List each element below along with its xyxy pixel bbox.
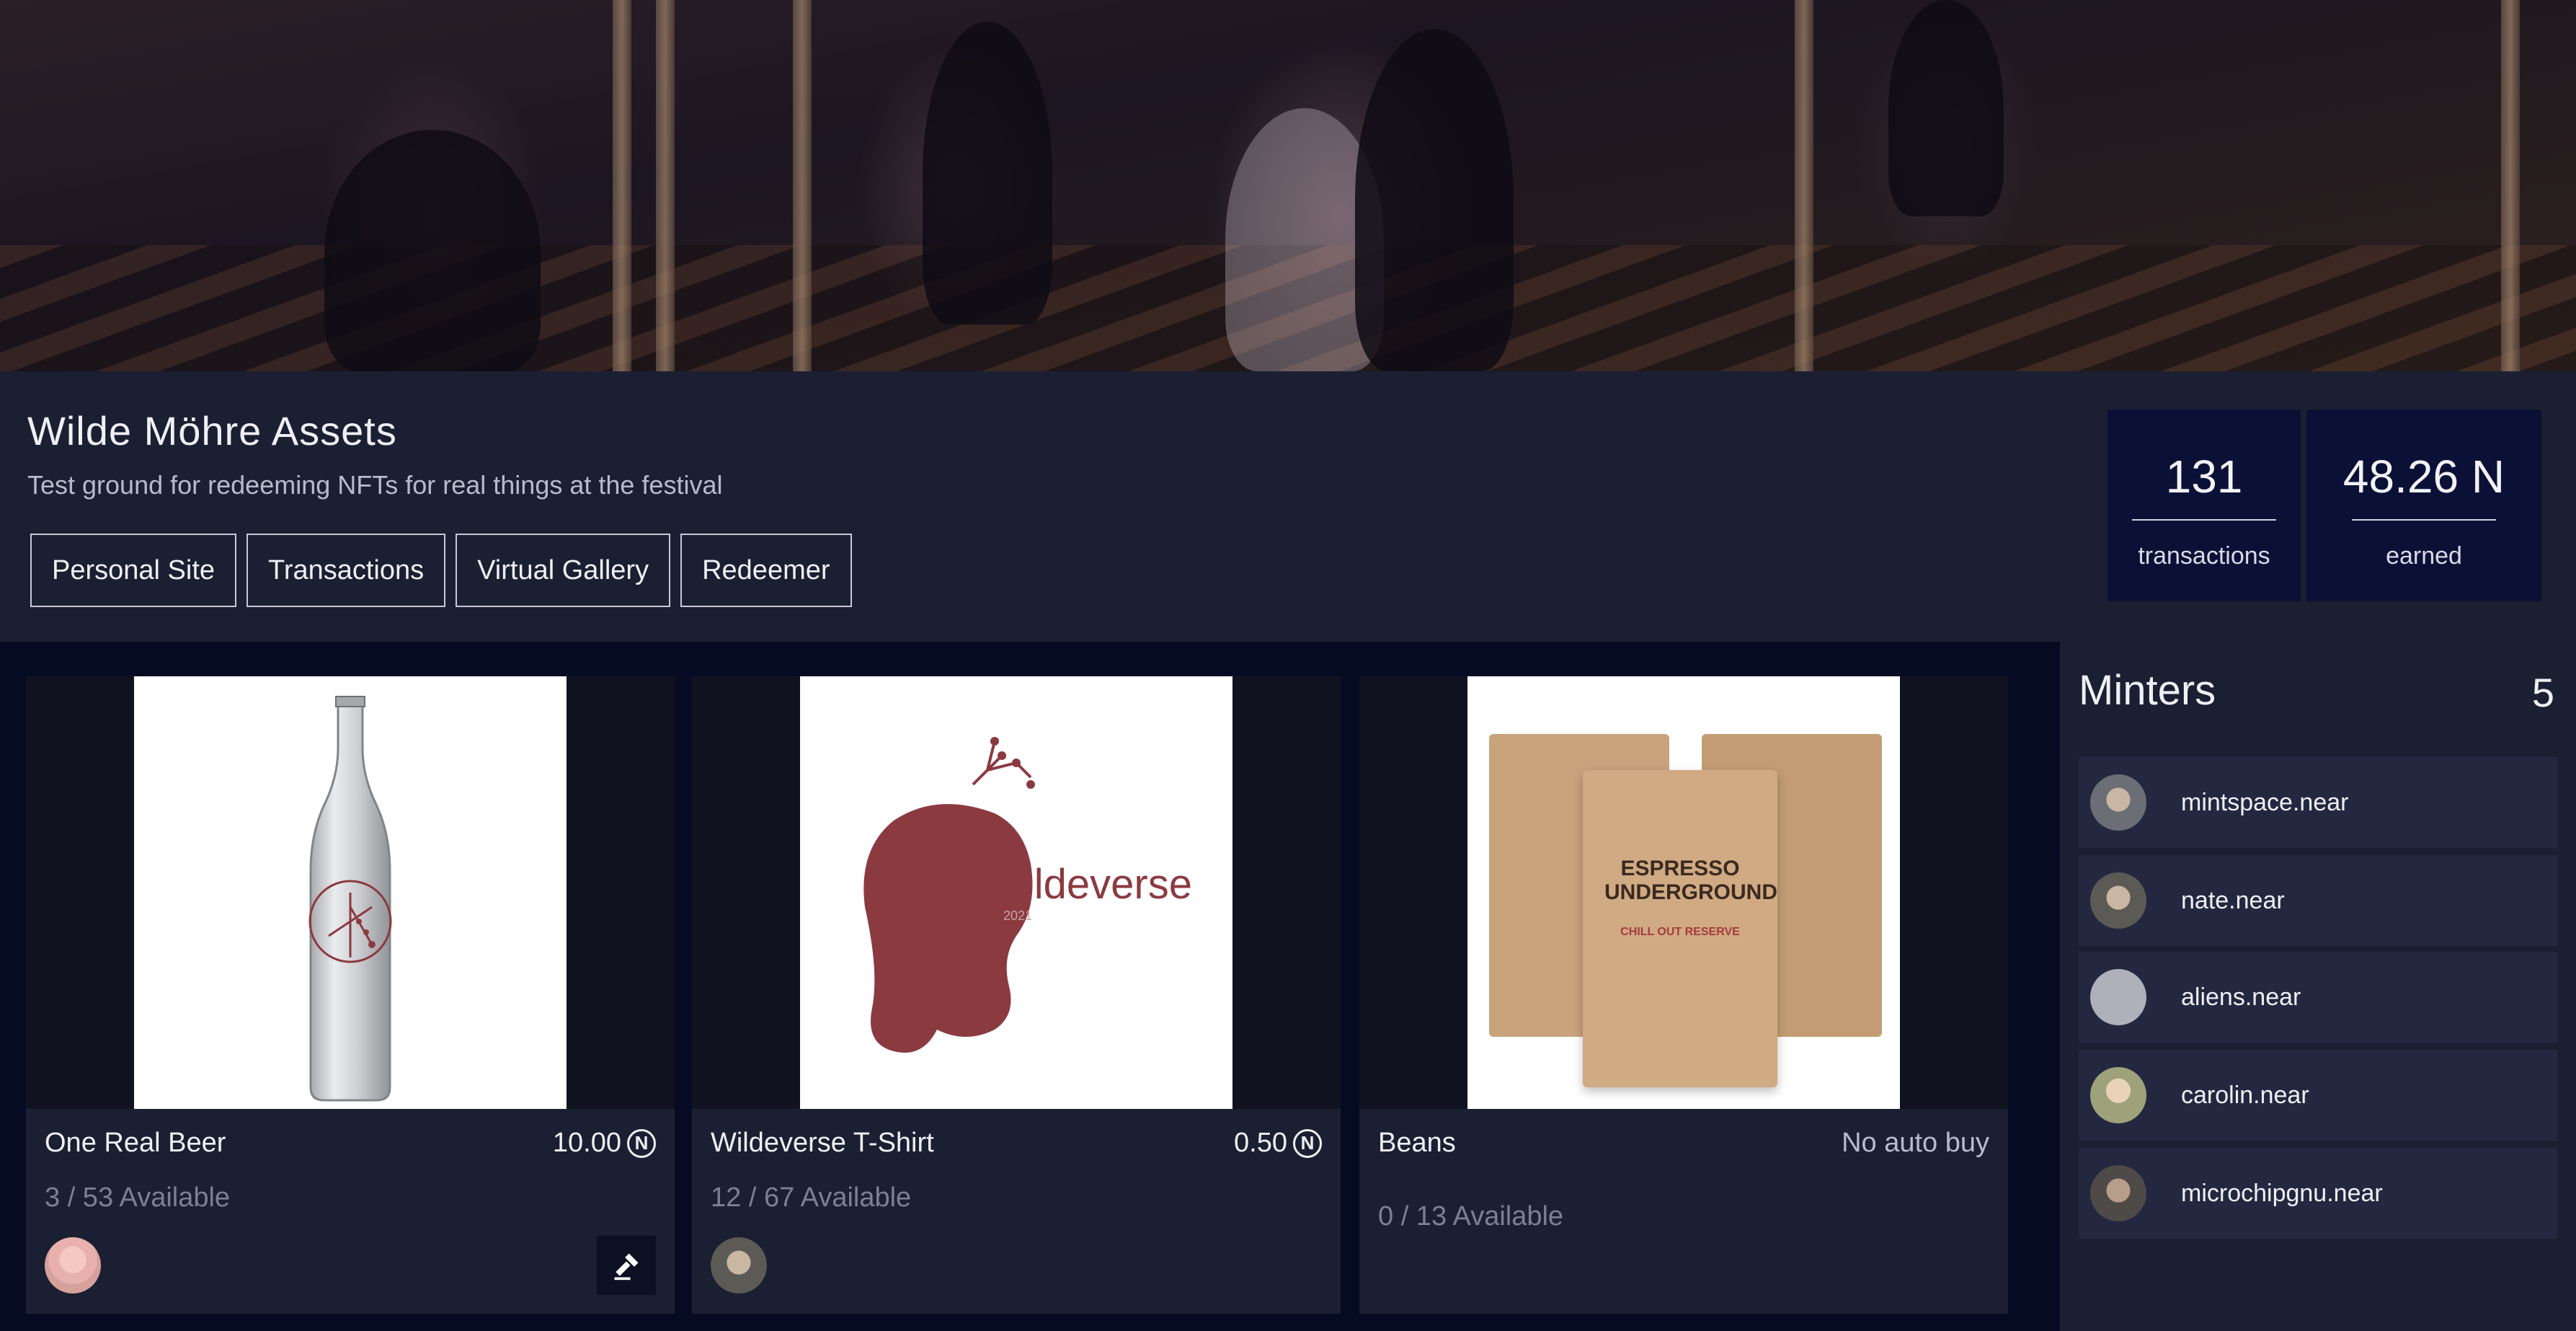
transactions-button[interactable]: Transactions bbox=[247, 534, 446, 607]
nft-availability: 3 / 53 Available bbox=[45, 1182, 231, 1213]
banner-pole bbox=[1795, 0, 1813, 371]
minter-avatar bbox=[2090, 872, 2146, 929]
wildeverse-wordmark: wildeverse bbox=[995, 861, 1192, 908]
nft-price: No auto buy bbox=[1842, 1128, 1989, 1159]
nft-card[interactable]: ESPRESSO UNDERGROUND CHILL OUT RESERVE B… bbox=[1359, 676, 2008, 1314]
minters-panel: Minters 5 mintspace.near nate.near alien… bbox=[2060, 642, 2576, 1331]
minter-name: microchipgnu.near bbox=[2181, 1179, 2383, 1207]
nft-image-area: ESPRESSO UNDERGROUND CHILL OUT RESERVE bbox=[1359, 676, 2008, 1109]
nft-title: Beans bbox=[1378, 1128, 1456, 1158]
banner-pole bbox=[656, 0, 675, 371]
nft-availability: 0 / 13 Available bbox=[1378, 1201, 1564, 1231]
nft-card[interactable]: One Real Beer 10.00 N 3 / 53 Available bbox=[26, 676, 675, 1314]
coffee-bag-front: ESPRESSO UNDERGROUND CHILL OUT RESERVE bbox=[1583, 770, 1777, 1087]
coffee-variant: CHILL OUT RESERVE bbox=[1620, 926, 1740, 938]
collection-description: Test ground for redeeming NFTs for real … bbox=[27, 470, 723, 500]
banner-pole bbox=[613, 0, 631, 371]
bottle-icon bbox=[308, 696, 392, 1102]
minter-avatar bbox=[2090, 1165, 2146, 1221]
minter-avatar bbox=[2090, 969, 2146, 1025]
near-icon: N bbox=[627, 1128, 656, 1158]
nft-availability: 12 / 67 Available bbox=[711, 1182, 912, 1213]
banner-figure bbox=[923, 22, 1052, 324]
minter-item[interactable]: microchipgnu.near bbox=[2079, 1148, 2557, 1239]
redeem-button[interactable] bbox=[597, 1236, 656, 1295]
minter-name: carolin.near bbox=[2181, 1081, 2309, 1109]
minter-name: mintspace.near bbox=[2181, 788, 2349, 816]
minter-item[interactable]: mintspace.near bbox=[2079, 757, 2557, 848]
nft-price: 0.50 N bbox=[1234, 1128, 1322, 1159]
minter-name: aliens.near bbox=[2181, 983, 2301, 1011]
stat-label: earned bbox=[2386, 542, 2462, 570]
nft-image[interactable]: wildeverse 2021 bbox=[800, 676, 1233, 1109]
minter-item[interactable]: carolin.near bbox=[2079, 1050, 2557, 1141]
minter-avatar bbox=[2090, 1067, 2146, 1123]
coffee-brand: ESPRESSO UNDERGROUND bbox=[1604, 857, 1777, 904]
banner-pole bbox=[2501, 0, 2520, 371]
redeemer-button[interactable]: Redeemer bbox=[680, 534, 852, 607]
stat-label: transactions bbox=[2138, 542, 2270, 570]
banner-figure bbox=[324, 130, 541, 371]
nft-price-value: 0.50 bbox=[1234, 1128, 1287, 1158]
nft-price: 10.00 N bbox=[553, 1128, 656, 1159]
minter-name: nate.near bbox=[2181, 886, 2285, 914]
creator-avatar[interactable] bbox=[45, 1237, 101, 1294]
nft-image[interactable] bbox=[134, 676, 567, 1109]
collection-nav: Personal Site Transactions Virtual Galle… bbox=[30, 534, 852, 607]
personal-site-button[interactable]: Personal Site bbox=[30, 534, 237, 607]
nft-price-value: 10.00 bbox=[552, 1128, 621, 1158]
banner-figure bbox=[1888, 0, 2004, 216]
minter-item[interactable]: aliens.near bbox=[2079, 952, 2557, 1043]
nft-price-value: No auto buy bbox=[1842, 1128, 1989, 1158]
creator-avatar[interactable] bbox=[711, 1237, 767, 1294]
nft-card[interactable]: wildeverse 2021 Wildeverse T-Shirt 0.50 … bbox=[692, 676, 1341, 1314]
stat-divider bbox=[2132, 519, 2276, 521]
nft-title: Wildeverse T-Shirt bbox=[711, 1128, 934, 1158]
banner-pole bbox=[793, 0, 812, 371]
stat-divider bbox=[2352, 519, 2496, 521]
minter-avatar bbox=[2090, 774, 2146, 831]
collection-title: Wilde Möhre Assets bbox=[27, 408, 397, 454]
banner-figure bbox=[1355, 29, 1514, 371]
hammer-icon bbox=[614, 1253, 639, 1281]
nft-title: One Real Beer bbox=[45, 1128, 226, 1158]
nft-image-area bbox=[26, 676, 675, 1109]
virtual-gallery-button[interactable]: Virtual Gallery bbox=[456, 534, 671, 607]
minter-item[interactable]: nate.near bbox=[2079, 855, 2557, 946]
nft-image[interactable]: ESPRESSO UNDERGROUND CHILL OUT RESERVE bbox=[1467, 676, 1900, 1109]
stat-value: 48.26 N bbox=[2342, 451, 2505, 503]
stat-value: 131 bbox=[2165, 451, 2243, 503]
minters-count: 5 bbox=[2531, 670, 2554, 715]
minters-title: Minters bbox=[2079, 667, 2216, 714]
stat-transactions: 131 transactions bbox=[2108, 410, 2301, 601]
banner-image bbox=[0, 0, 2576, 371]
nft-image-area: wildeverse 2021 bbox=[692, 676, 1341, 1109]
stat-earned: 48.26 N earned bbox=[2306, 410, 2541, 601]
near-icon: N bbox=[1293, 1128, 1322, 1158]
wildeverse-year: 2021 bbox=[1003, 908, 1033, 923]
